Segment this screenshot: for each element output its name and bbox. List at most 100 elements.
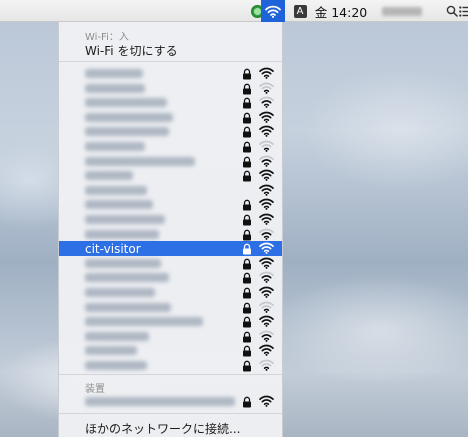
lock-icon [243, 112, 251, 124]
menu-bar: A 金 14:20 [0, 0, 468, 22]
menu-divider [59, 374, 282, 375]
network-name-redacted [85, 258, 161, 268]
network-name-redacted [85, 69, 143, 78]
network-name-redacted [85, 156, 195, 166]
lock-icon [243, 396, 251, 408]
network-row[interactable] [59, 95, 282, 110]
network-name-redacted [85, 185, 147, 195]
lock-icon [243, 156, 251, 168]
wifi-status-text: Wi-Fi：入 [85, 32, 129, 43]
lock-icon [243, 214, 251, 226]
wifi-signal-icon [259, 82, 274, 94]
network-name-redacted [85, 127, 169, 137]
network-name-redacted [85, 171, 133, 181]
network-row[interactable] [59, 314, 282, 329]
devices-section-label: 装置 [85, 384, 105, 395]
turn-wifi-off-item[interactable]: Wi-Fi を切にする [85, 42, 178, 59]
network-name-redacted [85, 288, 155, 297]
lock-icon [243, 258, 251, 270]
wifi-signal-icon [259, 257, 274, 269]
network-name-redacted [85, 273, 169, 283]
wifi-signal-icon [259, 184, 274, 196]
network-row[interactable] [59, 358, 282, 373]
network-name-redacted [85, 215, 165, 224]
wifi-signal-icon [259, 111, 274, 123]
lock-icon [243, 316, 251, 328]
network-row[interactable] [59, 212, 282, 227]
network-row[interactable] [59, 66, 282, 81]
network-row[interactable] [59, 124, 282, 139]
wifi-icon [265, 5, 281, 18]
wifi-menu-extra[interactable] [261, 0, 285, 22]
wifi-signal-icon [259, 286, 274, 298]
wifi-signal-icon [259, 330, 274, 342]
wifi-signal-icon [259, 126, 274, 138]
network-row[interactable] [59, 270, 282, 285]
wifi-signal-icon [259, 228, 274, 240]
menubar-clock[interactable]: 金 14:20 [311, 0, 371, 22]
network-row[interactable] [59, 183, 282, 198]
join-other-network-item[interactable]: ほかのネットワークに接続... [85, 420, 240, 437]
wifi-signal-icon [259, 272, 274, 284]
network-name-redacted [85, 397, 235, 406]
wifi-dropdown-menu: Wi-Fi：入 Wi-Fi を切にする cit-visitor 装置 ほかのネッ… [58, 22, 283, 437]
network-name-redacted [85, 317, 203, 327]
network-name-redacted [85, 346, 137, 356]
notification-center-button[interactable] [458, 0, 468, 22]
wifi-signal-icon [259, 199, 274, 211]
network-row[interactable] [59, 343, 282, 358]
wifi-signal-icon [259, 169, 274, 182]
lock-icon [243, 68, 251, 80]
lock-icon [243, 97, 251, 109]
network-row[interactable] [59, 394, 282, 409]
menu-divider [59, 61, 282, 62]
wifi-signal-icon [259, 395, 274, 407]
lock-icon [243, 229, 251, 241]
user-name-redacted [382, 6, 422, 16]
wifi-signal-icon [259, 301, 274, 313]
input-source-menu[interactable]: A [291, 0, 309, 22]
network-name-redacted [85, 98, 167, 108]
network-row[interactable] [59, 154, 282, 169]
notification-center-icon [458, 5, 468, 17]
network-row[interactable] [59, 285, 282, 300]
network-row[interactable] [59, 81, 282, 96]
lock-icon [243, 170, 251, 182]
network-row[interactable] [59, 110, 282, 125]
network-row-selected[interactable]: cit-visitor [59, 241, 282, 257]
lock-icon [243, 127, 251, 138]
lock-icon [243, 360, 251, 372]
network-row[interactable] [59, 168, 282, 183]
network-name-redacted [85, 229, 159, 239]
lock-icon [243, 200, 251, 211]
lock-icon [243, 302, 251, 314]
network-name-redacted [85, 112, 173, 122]
wifi-signal-icon [259, 67, 274, 79]
wifi-signal-icon [259, 315, 274, 328]
lock-icon [243, 243, 251, 255]
wifi-signal-icon [259, 140, 274, 152]
network-row[interactable] [59, 256, 282, 271]
wifi-signal-icon [259, 345, 274, 357]
lock-icon [243, 273, 251, 284]
network-name-redacted [85, 331, 149, 341]
network-name-redacted [85, 302, 171, 312]
network-name-redacted [85, 361, 147, 370]
user-menu[interactable] [376, 0, 428, 22]
lock-icon [243, 83, 251, 95]
network-row[interactable] [59, 197, 282, 212]
network-name-redacted [85, 142, 145, 151]
lock-icon [243, 141, 251, 153]
network-name: cit-visitor [85, 242, 141, 257]
lock-icon [243, 346, 251, 357]
spotlight-search-icon [446, 5, 458, 17]
network-row[interactable] [59, 227, 282, 242]
network-name-redacted [85, 200, 153, 210]
network-row[interactable] [59, 329, 282, 344]
wifi-signal-icon [259, 242, 274, 255]
wifi-signal-icon [259, 96, 274, 109]
network-row[interactable] [59, 139, 282, 154]
wifi-signal-icon [259, 155, 274, 167]
wifi-signal-icon [259, 359, 274, 371]
network-row[interactable] [59, 300, 282, 315]
